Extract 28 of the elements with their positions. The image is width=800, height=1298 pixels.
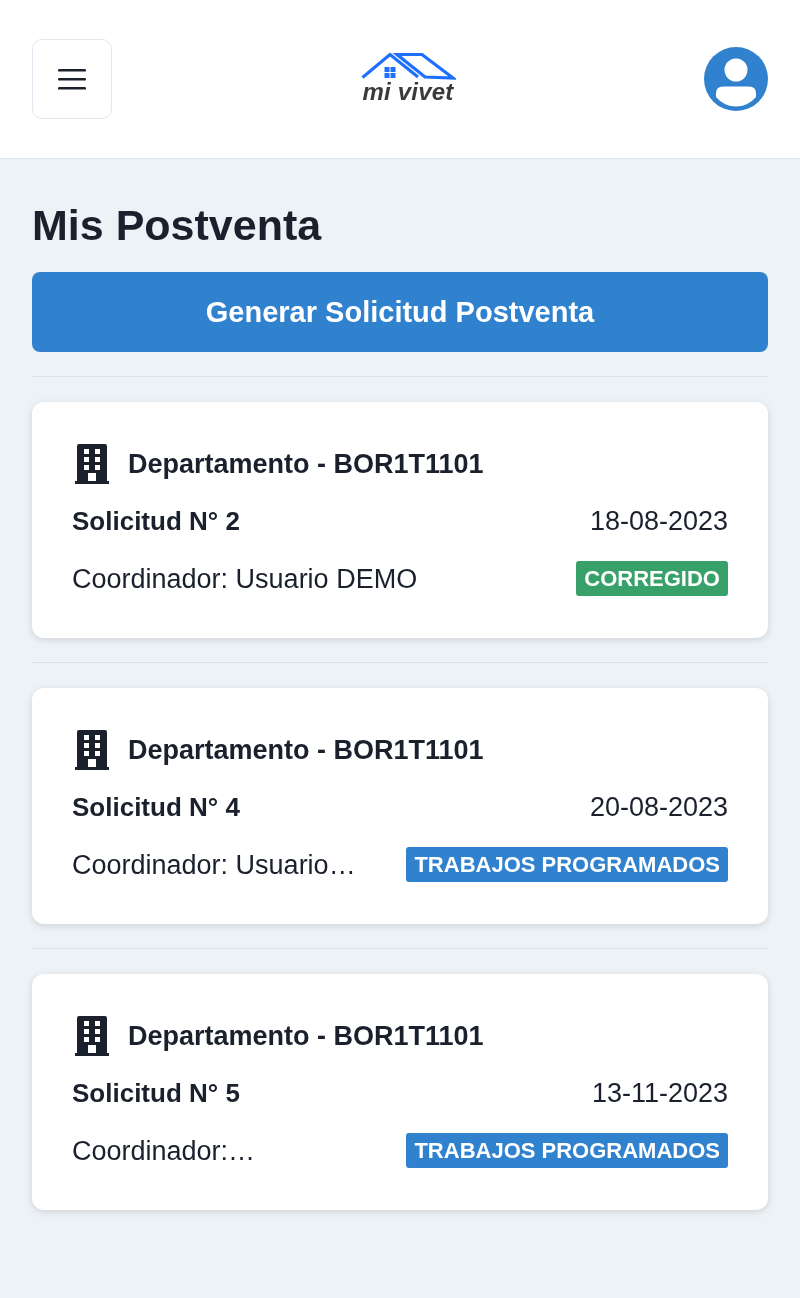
status-badge: CORREGIDO bbox=[576, 561, 728, 596]
request-date: 20-08-2023 bbox=[589, 791, 728, 823]
menu-button[interactable] bbox=[32, 39, 112, 119]
request-number: Solicitud N° 4 bbox=[72, 791, 240, 823]
request-card[interactable]: Departamento - BOR1T1101 Solicitud N° 5 13-11-2023 Coordinador:… TRABAJOS PROGRAMADOS bbox=[32, 974, 768, 1210]
logo-text: mi vivet bbox=[362, 80, 454, 104]
page-title: Mis Postventa bbox=[32, 200, 323, 251]
user-avatar-icon[interactable] bbox=[704, 47, 768, 111]
coordinator-text: Coordinador:… bbox=[72, 1134, 256, 1168]
request-number: Solicitud N° 2 bbox=[72, 505, 240, 537]
house-roof-icon bbox=[360, 52, 456, 80]
building-icon bbox=[75, 444, 109, 484]
coordinator-text: Coordinador: Usuario DEMO bbox=[72, 562, 418, 596]
request-date: 13-11-2023 bbox=[591, 1077, 728, 1109]
request-card[interactable]: Departamento - BOR1T1101 Solicitud N° 2 18-08-2023 Coordinador: Usuario DEMO CORREGIDO bbox=[32, 402, 768, 638]
request-date: 18-08-2023 bbox=[589, 505, 728, 537]
status-badge: TRABAJOS PROGRAMADOS bbox=[406, 847, 728, 882]
property-title: Departamento - BOR1T1101 bbox=[128, 734, 484, 767]
building-icon bbox=[75, 730, 109, 770]
request-number: Solicitud N° 5 bbox=[72, 1077, 240, 1109]
property-title: Departamento - BOR1T1101 bbox=[128, 448, 484, 481]
generate-request-button[interactable]: Generar Solicitud Postventa bbox=[32, 272, 768, 352]
request-card[interactable]: Departamento - BOR1T1101 Solicitud N° 4 20-08-2023 Coordinador: Usuario… TRABAJOS PROGRAMADOS bbox=[32, 688, 768, 924]
status-badge: TRABAJOS PROGRAMADOS bbox=[406, 1133, 728, 1168]
building-icon bbox=[75, 1016, 109, 1056]
coordinator-text: Coordinador: Usuario… bbox=[72, 848, 356, 882]
property-title: Departamento - BOR1T1101 bbox=[128, 1020, 484, 1053]
menu-icon bbox=[58, 68, 86, 90]
